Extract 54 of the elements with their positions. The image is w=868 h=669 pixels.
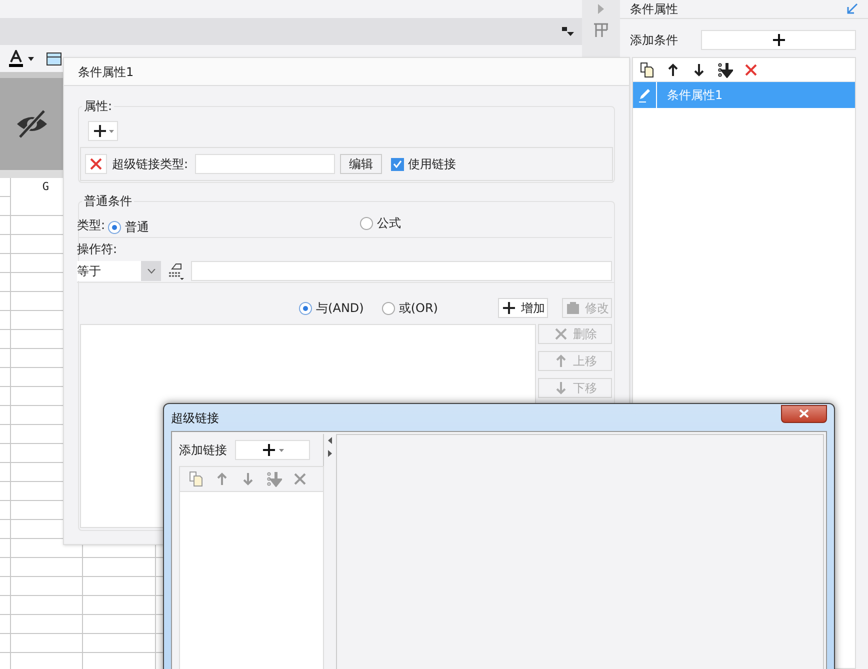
close-icon [553,326,569,342]
add-link-label: 添加链接 [179,442,227,459]
edit-button[interactable]: 编辑 [340,154,382,174]
copy-icon [639,62,655,78]
radio-button[interactable]: 或(OR) [382,299,438,317]
move-bottom-icon [717,62,733,78]
table-icon[interactable] [46,52,62,66]
column-header: G [42,179,49,196]
value-field[interactable] [191,261,612,281]
plus-icon [501,300,517,316]
close-icon [799,409,809,418]
collapse-arrow-icon[interactable] [846,3,858,15]
dialog-title: 超级链接 [171,410,219,426]
close-icon [88,156,104,172]
use-link-checkbox[interactable]: 使用链接 [391,155,456,173]
move-bottom-icon [266,471,282,487]
panel-title: 条件属性 [630,1,678,18]
group-legend: 普通条件 [82,192,134,210]
plus-icon [770,32,786,48]
caret-left-icon[interactable] [328,437,332,444]
chevron-down-icon [146,268,156,274]
action-button[interactable]: 增加 [498,298,548,318]
hyperlink-type-label: 超级链接类型: [112,156,188,173]
radio-button[interactable]: 公式 [360,214,401,232]
plus-icon [261,442,277,458]
dropdown-icon[interactable] [562,26,574,36]
caret-right-icon[interactable] [328,450,332,457]
radio-button[interactable]: 与(AND) [299,299,364,317]
close-button[interactable] [781,404,827,422]
dialog-title: 条件属性1 [78,64,134,80]
font-color-button[interactable] [8,50,34,68]
plus-icon [92,123,108,139]
add-condition-label: 添加条件 [630,32,678,49]
add-attribute-button[interactable] [88,121,118,141]
pencil-icon [636,87,652,103]
caret-down-icon [28,56,34,60]
copy-icon [188,471,204,487]
add-link-button[interactable] [235,440,310,460]
remove-button[interactable] [85,154,107,174]
text-type-icon[interactable] [167,262,185,280]
grid-icon[interactable] [593,22,609,38]
operator-dropdown[interactable]: 等于 [77,261,161,281]
group-legend: 属性: [82,97,114,115]
check-icon [393,160,402,168]
caret-down-icon [109,130,114,132]
radio-button[interactable]: 普通 [108,218,149,236]
type-label: 类型: [77,216,106,234]
eye-slash-icon[interactable] [14,109,48,139]
operator-label: 操作符: [77,241,118,258]
delete-icon [743,62,759,78]
font-color-icon [8,50,24,68]
hyperlink-type-field[interactable] [195,154,336,174]
delete-icon [292,471,308,487]
caret-down-icon [279,448,284,452]
